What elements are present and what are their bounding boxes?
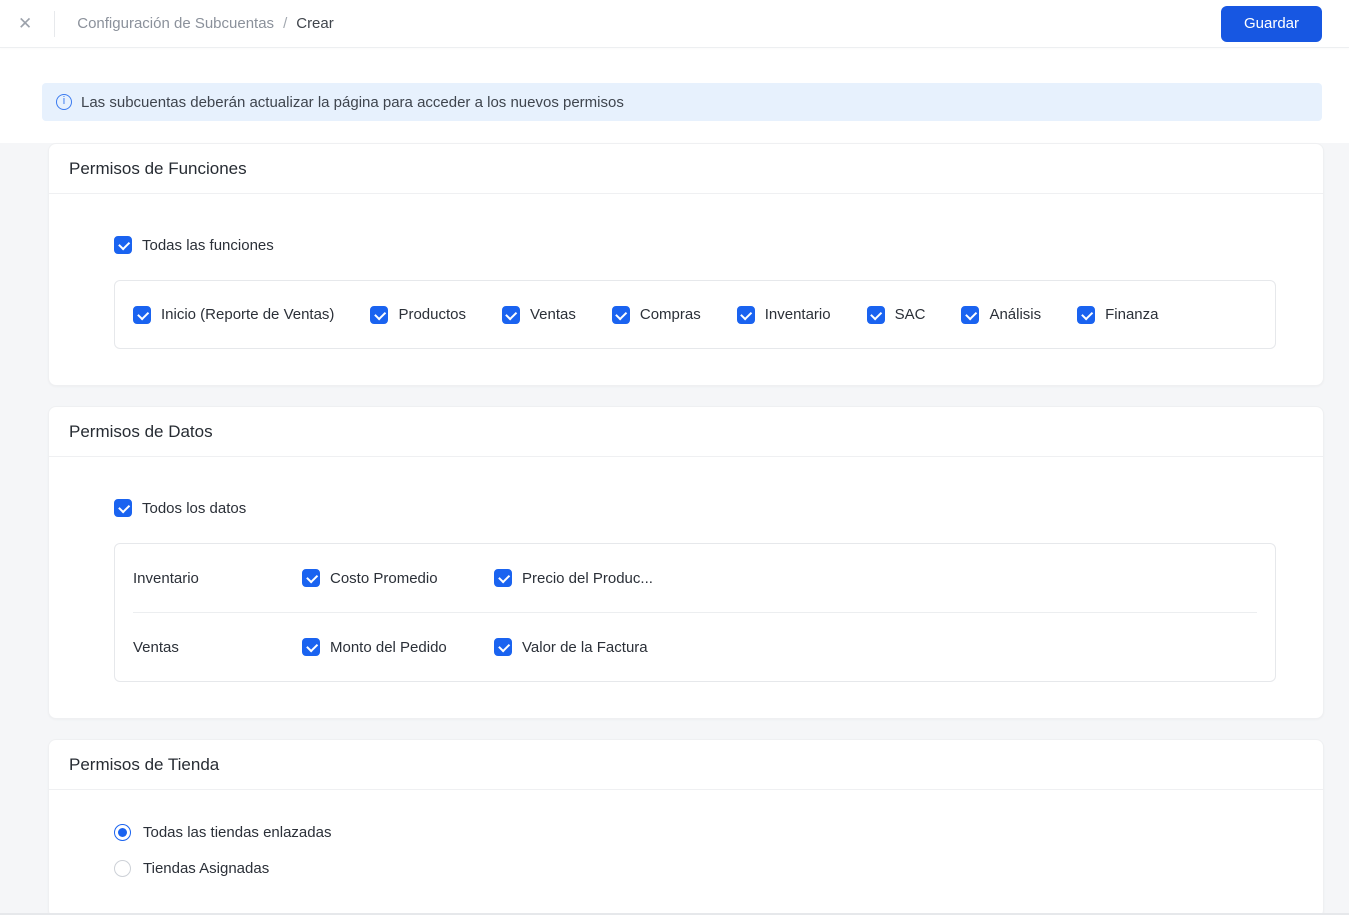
- all-data-checkbox-row[interactable]: Todos los datos: [114, 499, 1276, 517]
- top-bar: ✕ Configuración de Subcuentas / Crear Gu…: [0, 0, 1349, 48]
- all-functions-checkbox-row[interactable]: Todas las funciones: [114, 236, 1276, 254]
- data-checkbox-label: Precio del Produc...: [522, 569, 653, 587]
- radio-assigned-stores[interactable]: Tiendas Asignadas: [114, 860, 1276, 877]
- data-checkbox-label: Monto del Pedido: [330, 638, 447, 656]
- close-icon[interactable]: ✕: [10, 11, 40, 36]
- function-checkbox-row[interactable]: Ventas: [501, 305, 576, 324]
- data-checkbox-row[interactable]: Costo Promedio: [302, 569, 494, 587]
- data-checkbox-row[interactable]: Precio del Produc...: [494, 569, 686, 587]
- data-checkbox-row[interactable]: Monto del Pedido: [302, 638, 494, 656]
- breadcrumb-separator: /: [283, 15, 288, 32]
- data-checkbox-label: Valor de la Factura: [522, 638, 648, 656]
- card-store-permissions: Permisos de Tienda Todas las tiendas enl…: [48, 739, 1324, 915]
- function-label: Productos: [398, 306, 466, 323]
- data-checkbox-row[interactable]: Valor de la Factura: [494, 638, 686, 656]
- data-row-label: Inventario: [133, 569, 199, 587]
- data-checkbox[interactable]: [302, 569, 320, 587]
- function-label: Inventario: [764, 306, 831, 323]
- all-data-checkbox[interactable]: [114, 499, 132, 517]
- breadcrumb-current: Crear: [296, 15, 334, 32]
- function-checkbox[interactable]: [1077, 305, 1096, 324]
- info-icon: i: [56, 94, 72, 110]
- radio-all-linked-stores[interactable]: Todas las tiendas enlazadas: [114, 824, 1276, 841]
- function-label: Inicio (Reporte de Ventas): [161, 306, 335, 323]
- function-checkbox-row[interactable]: Análisis: [961, 305, 1042, 324]
- data-checkbox[interactable]: [494, 569, 512, 587]
- data-row-inventario: Inventario Costo Promedio Precio del Pro…: [115, 544, 1275, 612]
- data-checkbox[interactable]: [302, 638, 320, 656]
- content-area: Permisos de Funciones Todas las funcione…: [0, 143, 1349, 915]
- function-checkbox[interactable]: [133, 305, 151, 324]
- function-checkbox-row[interactable]: Inventario: [736, 305, 831, 324]
- function-checkbox[interactable]: [501, 305, 520, 324]
- function-checkbox[interactable]: [370, 305, 389, 324]
- function-label: Finanza: [1105, 306, 1159, 323]
- function-checkbox-row[interactable]: Inicio (Reporte de Ventas): [133, 305, 335, 324]
- function-checkbox-row[interactable]: Productos: [370, 305, 466, 324]
- card-title-functions: Permisos de Funciones: [49, 144, 1323, 194]
- all-functions-label: Todas las funciones: [142, 236, 274, 254]
- radio-button[interactable]: [114, 860, 131, 877]
- function-checkbox-row[interactable]: Compras: [611, 305, 701, 324]
- data-row-label: Ventas: [133, 638, 179, 656]
- radio-label: Tiendas Asignadas: [143, 860, 270, 877]
- card-title-data: Permisos de Datos: [49, 407, 1323, 457]
- function-checkbox[interactable]: [736, 305, 755, 324]
- function-label: SAC: [894, 306, 926, 323]
- function-label: Análisis: [989, 306, 1042, 323]
- function-label: Compras: [639, 306, 701, 323]
- data-row-ventas: Ventas Monto del Pedido Valor de la Fact…: [115, 613, 1275, 681]
- card-data-permissions: Permisos de Datos Todos los datos Invent…: [48, 406, 1324, 719]
- function-checkbox-row[interactable]: SAC: [866, 305, 926, 324]
- data-permission-table: Inventario Costo Promedio Precio del Pro…: [114, 543, 1276, 682]
- save-button[interactable]: Guardar: [1220, 5, 1322, 42]
- breadcrumb: Configuración de Subcuentas / Crear: [77, 15, 334, 32]
- functions-checkbox-group: Inicio (Reporte de Ventas) Productos Ven…: [114, 280, 1276, 349]
- header-divider: [54, 10, 56, 37]
- function-label: Ventas: [529, 306, 576, 323]
- all-data-label: Todos los datos: [142, 499, 247, 517]
- function-checkbox-row[interactable]: Finanza: [1077, 305, 1159, 324]
- store-radio-group: Todas las tiendas enlazadas Tiendas Asig…: [114, 824, 1276, 877]
- function-checkbox[interactable]: [961, 305, 980, 324]
- info-banner: i Las subcuentas deberán actualizar la p…: [42, 83, 1322, 121]
- card-title-stores: Permisos de Tienda: [49, 740, 1323, 790]
- breadcrumb-section[interactable]: Configuración de Subcuentas: [77, 15, 274, 32]
- data-checkbox[interactable]: [494, 638, 512, 656]
- function-checkbox[interactable]: [866, 305, 885, 324]
- data-checkbox-label: Costo Promedio: [330, 569, 438, 587]
- info-banner-text: Las subcuentas deberán actualizar la pág…: [81, 93, 624, 111]
- all-functions-checkbox[interactable]: [114, 236, 132, 254]
- radio-label: Todas las tiendas enlazadas: [143, 824, 332, 841]
- radio-button[interactable]: [114, 824, 131, 841]
- function-checkbox[interactable]: [611, 305, 630, 324]
- card-function-permissions: Permisos de Funciones Todas las funcione…: [48, 143, 1324, 386]
